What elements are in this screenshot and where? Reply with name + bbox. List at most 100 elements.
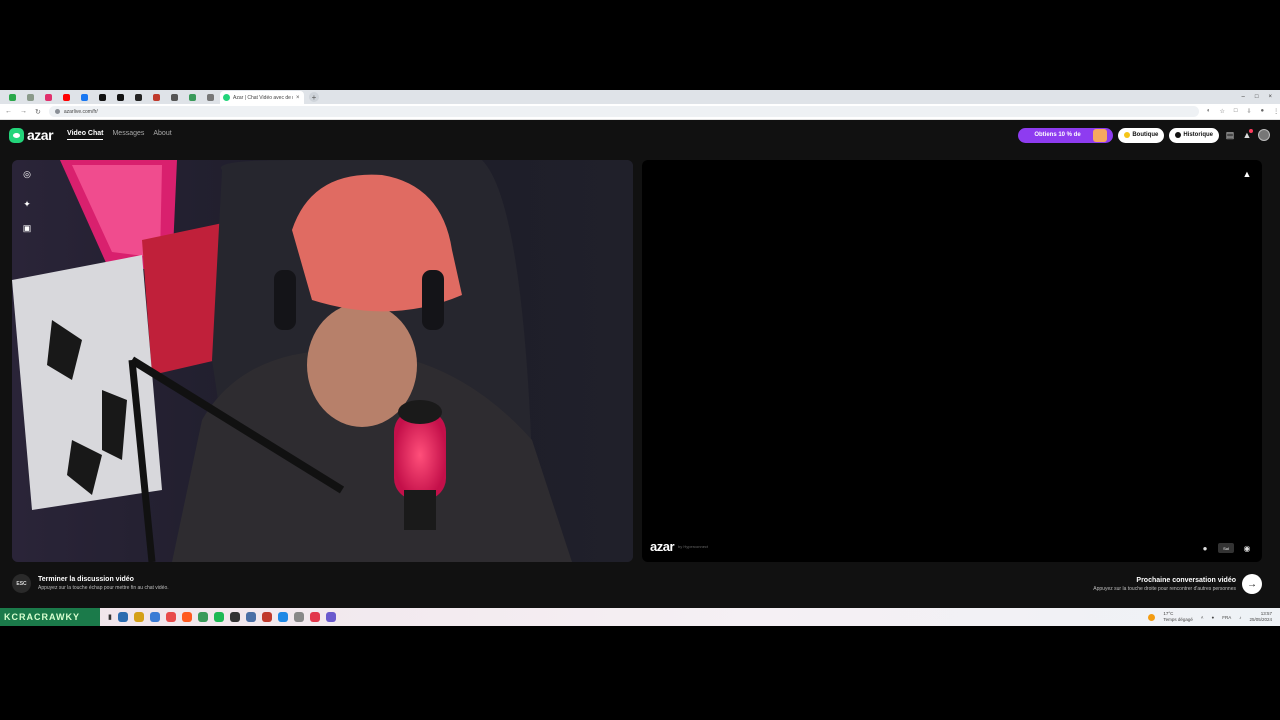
browser-tab[interactable] [166,92,182,103]
self-video-panel: ◎ ✦ ▣ [12,160,633,562]
browser-tab[interactable] [184,92,200,103]
tab-azar[interactable]: Azar | Chat Vidéo avec de n × [220,91,304,104]
start-icon[interactable]: ▮ [108,613,112,621]
extensions-icon[interactable]: □ [1234,108,1238,115]
magic-wand-icon[interactable]: ✦ [21,198,33,210]
network-icon[interactable]: ● [1212,615,1215,620]
url-field[interactable]: azarlive.com/fr/ [48,106,1199,117]
x-icon [98,93,106,101]
azar-logo-icon [9,127,24,143]
nav-messages[interactable]: Messages [112,130,144,140]
taskbar-app-icon[interactable] [181,612,192,622]
spreadsheet-icon [8,93,16,101]
new-tab-button[interactable]: + [309,92,319,102]
weather-temp: 17°C [1163,611,1174,616]
browser-tab[interactable] [94,92,110,103]
minimize-button[interactable]: – [1242,94,1245,100]
promo-button[interactable]: Obtiens 10 % de [1018,127,1114,143]
logo-text: azar [27,127,54,143]
end-chat-title: Terminer la discussion vidéo [38,576,134,583]
browser-tab[interactable] [130,92,146,103]
chevron-up-icon[interactable]: ˄ [1201,615,1204,620]
end-chat-control[interactable]: ESC Terminer la discussion vidéo Appuyez… [12,574,169,593]
chat-bubble-icon[interactable]: ◉ [1242,543,1252,553]
bell-icon[interactable]: ▲ [1241,129,1253,141]
esc-key[interactable]: ESC [12,574,31,593]
taskbar-app-icon[interactable] [325,612,336,622]
gem-icon [1124,132,1131,138]
taskbar-app-icon[interactable] [165,612,176,622]
maximize-button[interactable]: □ [1255,94,1259,100]
downloads-icon[interactable]: ⇩ [1247,108,1252,115]
app-icon [206,93,214,101]
profile-icon[interactable]: ● [1261,108,1265,115]
browser-tab[interactable] [148,92,164,103]
system-tray: 17°C Temps dégagé ˄ ● FRA ♪ 13:57 25/05/… [1148,611,1280,623]
avatar[interactable] [1258,129,1270,141]
nav-video-chat[interactable]: Video Chat [67,130,104,140]
lang-indicator[interactable]: FRA [1222,615,1231,620]
taskbar-app-icon[interactable] [229,612,240,622]
gift-icon [1093,128,1108,142]
app-icon [152,93,160,101]
site-info-icon[interactable] [54,109,60,114]
next-arrow-button[interactable]: → [1242,574,1262,594]
gift-badge[interactable]: Sol [1218,543,1234,553]
historique-button[interactable]: Historique [1169,127,1219,143]
self-video-tools: ◎ ✦ ▣ [21,168,33,234]
browser-tab[interactable] [4,92,20,103]
browser-tab[interactable] [76,92,92,103]
clock-date: 25/05/2024 [1249,617,1272,622]
address-bar-icons: ◐ ☆ □ ⇩ ● ⋮ [1207,108,1279,115]
speaker-icon[interactable]: ♪ [1239,615,1241,620]
taskbar-app-icon[interactable] [117,612,128,622]
weather-sub: Temps dégagé [1163,617,1193,622]
taskbar-app-icon[interactable] [133,612,144,622]
azar-logo[interactable]: azar [9,127,54,143]
taskbar-brand: KCRACRAWKY [0,608,100,626]
weather-info[interactable]: 17°C Temps dégagé [1163,611,1193,623]
browser-tab[interactable] [58,92,74,103]
taskbar-app-icon[interactable] [309,612,320,622]
taskbar-app-icon[interactable] [261,612,272,622]
translate-icon[interactable]: ◐ [1207,108,1211,115]
report-shield-icon[interactable]: ▲ [1241,168,1253,180]
nav-about[interactable]: About [153,130,171,140]
taskbar-app-icon[interactable] [197,612,208,622]
next-chat-control[interactable]: Prochaine conversation vidéo Appuyez sur… [1093,574,1262,594]
close-window-button[interactable]: × [1268,94,1272,100]
main-nav: Video Chat Messages About [67,130,172,140]
taskbar-app-icon[interactable] [293,612,304,622]
forward-arrow-icon[interactable]: → [20,108,27,115]
browser-tab[interactable] [112,92,128,103]
bookmark-star-icon[interactable]: ☆ [1220,108,1225,115]
taskbar-app-icon[interactable] [245,612,256,622]
tab-close-icon[interactable]: × [296,95,300,101]
youtube-icon [62,93,70,101]
app-icon [188,93,196,101]
camera-settings-icon[interactable]: ◎ [21,168,33,180]
app-icon [134,93,142,101]
user-icon[interactable]: ● [1200,543,1210,553]
browser-tab[interactable] [202,92,218,103]
taskbar-app-icon[interactable] [213,612,224,622]
sticker-icon[interactable]: ▣ [21,222,33,234]
browser-tab[interactable] [22,92,38,103]
weather-icon [1148,613,1156,621]
self-camera-feed [12,160,633,562]
inbox-icon[interactable]: ▤ [1224,129,1236,141]
reload-icon[interactable]: ↻ [35,108,41,116]
taskbar-app-icon[interactable] [277,612,288,622]
instagram-icon [44,93,52,101]
clock-icon [1175,132,1182,138]
back-arrow-icon[interactable]: ← [5,108,12,115]
boutique-button[interactable]: Boutique [1118,127,1165,143]
x-icon [116,93,124,101]
taskbar-app-icon[interactable] [149,612,160,622]
menu-dots-icon[interactable]: ⋮ [1273,108,1279,115]
boutique-label: Boutique [1132,132,1159,138]
watermark-logo-text: azar [650,539,675,554]
browser-tab[interactable] [40,92,56,103]
screen: Azar | Chat Vidéo avec de n × + – □ × ← … [0,90,1280,626]
clock[interactable]: 13:57 25/05/2024 [1249,611,1272,623]
